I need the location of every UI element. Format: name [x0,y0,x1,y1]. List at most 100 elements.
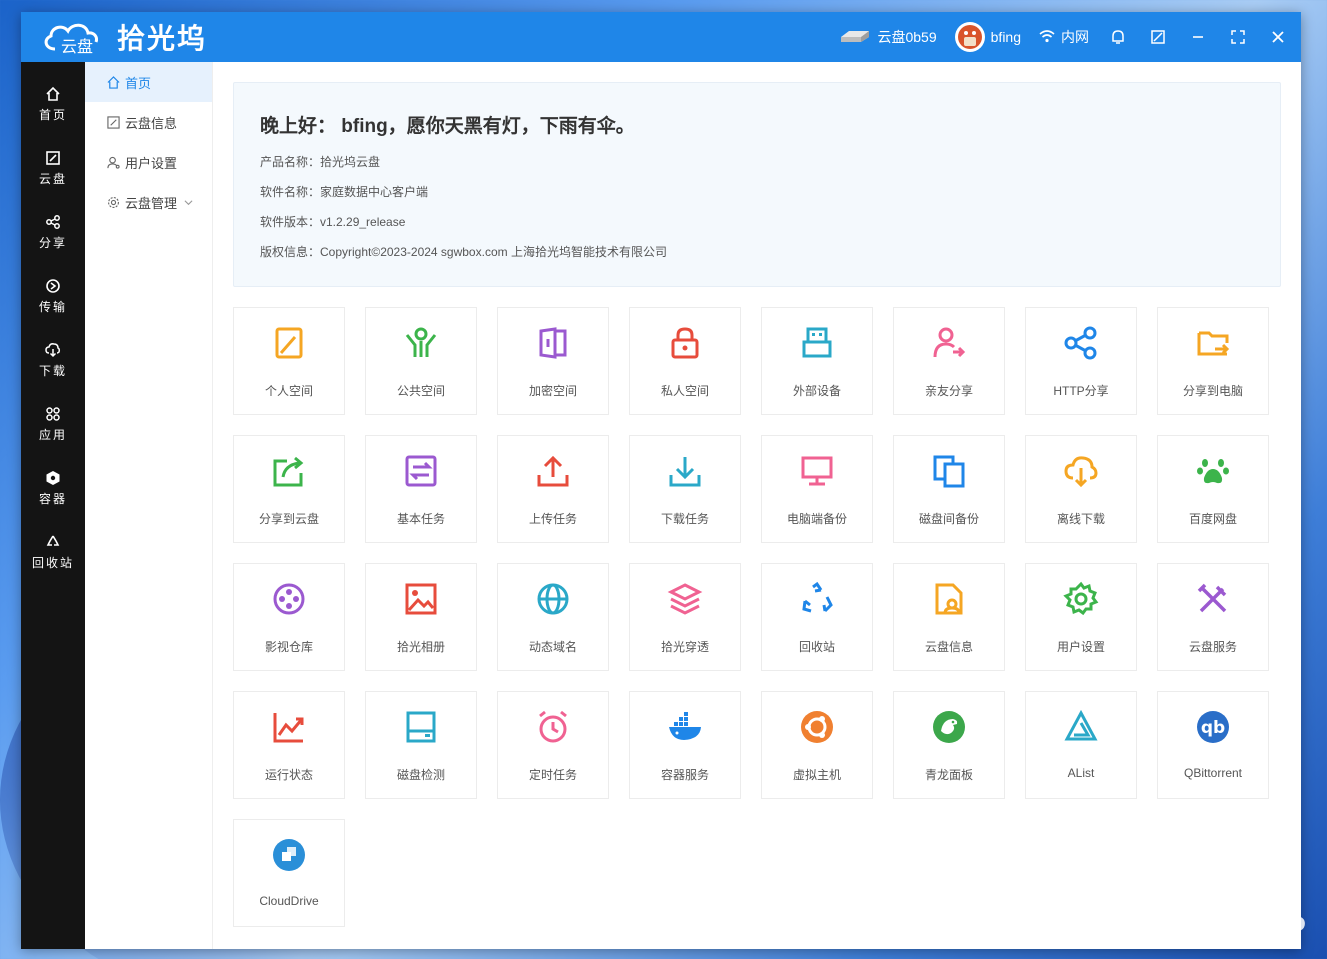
rail-item-disk[interactable]: 云盘 [21,136,85,200]
subnav-item-label: 云盘管理 [125,195,178,211]
device-selector[interactable]: 云盘0b59 [839,27,937,47]
app-tile[interactable]: AList [1025,691,1137,799]
user-name: bfing [990,29,1021,45]
rail-item-apps[interactable]: 应用 [21,392,85,456]
apps-icon [46,406,60,421]
rail-item-download[interactable]: 下载 [21,328,85,392]
disk-check-icon [402,708,440,746]
minimize-icon[interactable] [1187,26,1209,48]
file-info-icon [930,580,968,618]
app-tile[interactable]: qb QBittorrent [1157,691,1269,799]
app-tile-label: 云盘服务 [1188,640,1237,654]
app-tile[interactable]: 磁盘间备份 [893,435,1005,543]
app-tile-label: 加密空间 [528,384,577,398]
share-nodes-icon [1062,324,1100,362]
user-menu[interactable]: bfing [954,22,1021,52]
ubuntu-icon [798,708,836,746]
app-tile-label: 回收站 [798,640,835,654]
rail-item-label: 下载 [38,363,67,378]
app-tile[interactable]: 分享到电脑 [1157,307,1269,415]
upload-icon [534,452,572,490]
app-tile-label: 公共空间 [396,384,445,398]
app-tile-label: 分享到电脑 [1182,384,1243,398]
app-tile[interactable]: 私人空间 [629,307,741,415]
copy-icon [930,452,968,490]
subnav-item-label: 首页 [125,75,152,91]
rail-item-share[interactable]: 分享 [21,200,85,264]
app-tile[interactable]: 下载任务 [629,435,741,543]
subnav-item-user-settings[interactable]: 用户设置 [85,142,212,182]
app-tile-label: 云盘信息 [924,640,973,654]
app-tile-label: 磁盘检测 [396,768,445,782]
cloud-download-icon [1062,452,1100,490]
swap-icon [402,452,440,490]
rail-item-recycle[interactable]: 回收站 [21,520,85,584]
device-name: 云盘0b59 [877,29,937,45]
public-space-icon [402,324,440,362]
rail-item-container[interactable]: 容器 [21,456,85,520]
app-tile[interactable]: 拾光相册 [365,563,477,671]
subnav-item-disk-info[interactable]: 云盘信息 [85,102,212,142]
app-tile[interactable]: 影视仓库 [233,563,345,671]
app-tile[interactable]: 容器服务 [629,691,741,799]
app-tile[interactable]: 加密空间 [497,307,609,415]
main-content: 晚上好： bfing，愿你天黑有灯，下雨有伞。 产品名称：拾光坞云盘 软件名称：… [213,62,1301,949]
rail-item-transfer[interactable]: 传输 [21,264,85,328]
app-tile[interactable]: 回收站 [761,563,873,671]
chevron-down-icon [184,199,193,205]
disk-icon [107,115,120,129]
app-title: 拾光坞 [117,23,208,54]
app-tile[interactable]: 离线下载 [1025,435,1137,543]
app-tile-label: 拾光穿透 [660,640,709,654]
share-cloud-icon [270,452,308,490]
app-tile[interactable]: 云盘信息 [893,563,1005,671]
app-tile[interactable]: 上传任务 [497,435,609,543]
welcome-panel: 晚上好： bfing，愿你天黑有灯，下雨有伞。 产品名称：拾光坞云盘 软件名称：… [233,82,1281,287]
product-name: 产品名称：拾光坞云盘 [260,155,381,169]
close-icon[interactable] [1267,26,1289,48]
avatar [954,22,985,52]
app-tile[interactable]: 拾光穿透 [629,563,741,671]
app-tile-label: 拾光相册 [396,640,445,654]
subnav-item-disk-manage[interactable]: 云盘管理 [85,182,212,222]
app-tile[interactable]: 公共空间 [365,307,477,415]
app-tile-label: 青龙面板 [924,768,973,782]
app-tile[interactable]: 青龙面板 [893,691,1005,799]
dragon-icon [930,708,968,746]
app-tile[interactable]: 用户设置 [1025,563,1137,671]
subnav-item-home[interactable]: 首页 [85,62,212,102]
app-tile-label: 私人空间 [660,384,709,398]
logo-small-text: 云盘 [61,37,93,55]
subnav-item-label: 云盘信息 [125,115,178,131]
home-icon [46,86,60,101]
network-status[interactable]: 内网 [1039,27,1089,47]
app-tile[interactable]: HTTP分享 [1025,307,1137,415]
app-tile[interactable]: 运行状态 [233,691,345,799]
rail-item-home[interactable]: 首页 [21,72,85,136]
app-tile[interactable]: CloudDrive [233,819,345,927]
disk-icon [46,150,60,165]
photo-icon [402,580,440,618]
app-tile[interactable]: 外部设备 [761,307,873,415]
user-icon [107,156,120,169]
transfer-icon [46,278,60,293]
window-icon[interactable] [1147,26,1169,48]
fullscreen-icon[interactable] [1227,26,1249,48]
app-tile[interactable]: 定时任务 [497,691,609,799]
app-tile[interactable]: 个人空间 [233,307,345,415]
app-tile[interactable]: 磁盘检测 [365,691,477,799]
app-tile[interactable]: 百度网盘 [1157,435,1269,543]
app-tile[interactable]: 基本任务 [365,435,477,543]
app-tile-label: 百度网盘 [1188,512,1237,526]
app-tile-label: QBittorrent [1183,766,1243,780]
lock-icon [666,324,704,362]
app-tile[interactable]: 亲友分享 [893,307,1005,415]
app-tile[interactable]: 动态域名 [497,563,609,671]
app-tile[interactable]: 分享到云盘 [233,435,345,543]
app-tile[interactable]: 电脑端备份 [761,435,873,543]
film-reel-icon [270,580,308,618]
app-tile[interactable]: 云盘服务 [1157,563,1269,671]
container-icon [46,470,60,485]
app-tile[interactable]: 虚拟主机 [761,691,873,799]
bell-icon[interactable] [1107,26,1129,48]
